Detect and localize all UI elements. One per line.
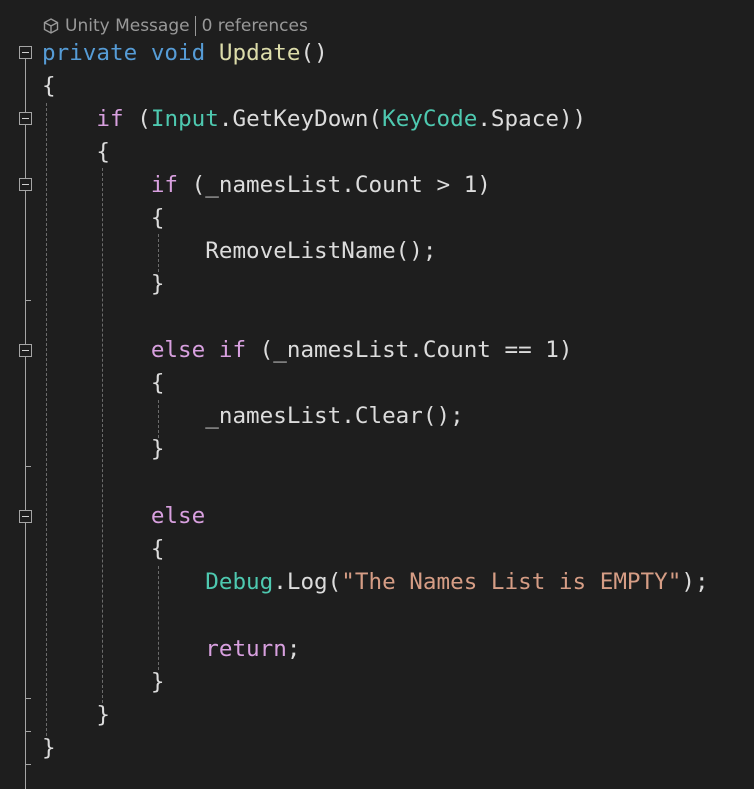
brace: { (150, 370, 165, 396)
code-line-return[interactable]: return; (42, 633, 300, 666)
code-line-brace-open[interactable]: { (42, 367, 165, 400)
code-line-method-signature[interactable]: private void Update() (42, 37, 328, 70)
string-literal: "The Names List is EMPTY" (341, 569, 682, 595)
keyword-void: void (150, 40, 206, 66)
outline-end-tick (25, 698, 31, 699)
keyword-private: private (42, 40, 138, 66)
code-line-brace-open[interactable]: { (42, 202, 165, 235)
code-line-brace-close[interactable]: } (42, 699, 110, 732)
method-getkeydown: .GetKeyDown( (218, 106, 383, 132)
code-line-brace-open[interactable]: { (42, 70, 56, 103)
keyword-if: if (150, 172, 179, 198)
punct: ( (123, 106, 151, 132)
keyword-return: return (205, 636, 287, 662)
brace: } (150, 669, 165, 695)
class-input: Input (150, 106, 219, 132)
code-line-brace-close[interactable]: } (42, 732, 56, 765)
brace: { (150, 536, 165, 562)
code-editor[interactable]: Unity Message 0 references private void … (0, 0, 754, 789)
brace: } (42, 735, 56, 761)
code-line-brace-close[interactable]: } (42, 666, 165, 699)
outline-end-tick (25, 764, 31, 765)
code-line-debug-log[interactable]: Debug.Log("The Names List is EMPTY"); (42, 566, 709, 599)
outline-end-tick (25, 466, 31, 467)
method-log: .Log( (273, 569, 342, 595)
code-line-brace-open[interactable]: { (42, 533, 165, 566)
enum-space: .Space)) (477, 106, 587, 132)
keyword-else: else (150, 503, 206, 529)
brace: } (150, 271, 165, 297)
brace: { (96, 139, 111, 165)
method-name-update: Update (218, 40, 301, 66)
collapse-else-if-button[interactable] (19, 344, 32, 357)
code-line-if-keydown[interactable]: if (Input.GetKeyDown(KeyCode.Space)) (42, 103, 586, 136)
statement: RemoveListName(); (205, 238, 437, 264)
codelens-unity-message-link[interactable]: Unity Message (65, 16, 190, 36)
condition: (_namesList.Count > 1) (178, 172, 491, 198)
cube-icon (43, 18, 59, 34)
code-line-brace-close[interactable]: } (42, 268, 165, 301)
codelens-references-link[interactable]: 0 references (202, 16, 308, 36)
code-line-if-count[interactable]: if (_namesList.Count > 1) (42, 169, 491, 202)
class-debug: Debug (205, 569, 274, 595)
code-line-remove-list-name[interactable]: RemoveListName(); (42, 235, 436, 268)
collapse-if-keydown-button[interactable] (19, 112, 32, 125)
code-line-else[interactable]: else (42, 500, 205, 533)
condition: (_namesList.Count == 1) (246, 337, 573, 363)
collapse-else-button[interactable] (19, 510, 32, 523)
keyword-if: if (96, 106, 124, 132)
brace: } (150, 436, 165, 462)
brace: { (150, 205, 165, 231)
code-line-brace-close[interactable]: } (42, 433, 165, 466)
outline-end-tick (25, 300, 31, 301)
method-parens: () (300, 40, 328, 66)
class-keycode: KeyCode (382, 106, 478, 132)
code-line-clear[interactable]: _namesList.Clear(); (42, 400, 464, 433)
codelens-separator (194, 16, 196, 36)
punct: ; (286, 636, 301, 662)
brace: { (42, 73, 56, 99)
codelens-bar: Unity Message 0 references (42, 14, 308, 38)
statement: _namesList.Clear(); (205, 403, 464, 429)
keyword-else-if: else if (150, 337, 247, 363)
collapse-if-count-button[interactable] (19, 178, 32, 191)
code-line-brace-open[interactable]: { (42, 136, 110, 169)
brace: } (96, 702, 111, 728)
outline-end-tick (25, 731, 31, 732)
outline-bar (25, 59, 26, 789)
code-line-else-if[interactable]: else if (_namesList.Count == 1) (42, 334, 573, 367)
punct: ); (681, 569, 709, 595)
collapse-method-button[interactable] (19, 46, 32, 59)
